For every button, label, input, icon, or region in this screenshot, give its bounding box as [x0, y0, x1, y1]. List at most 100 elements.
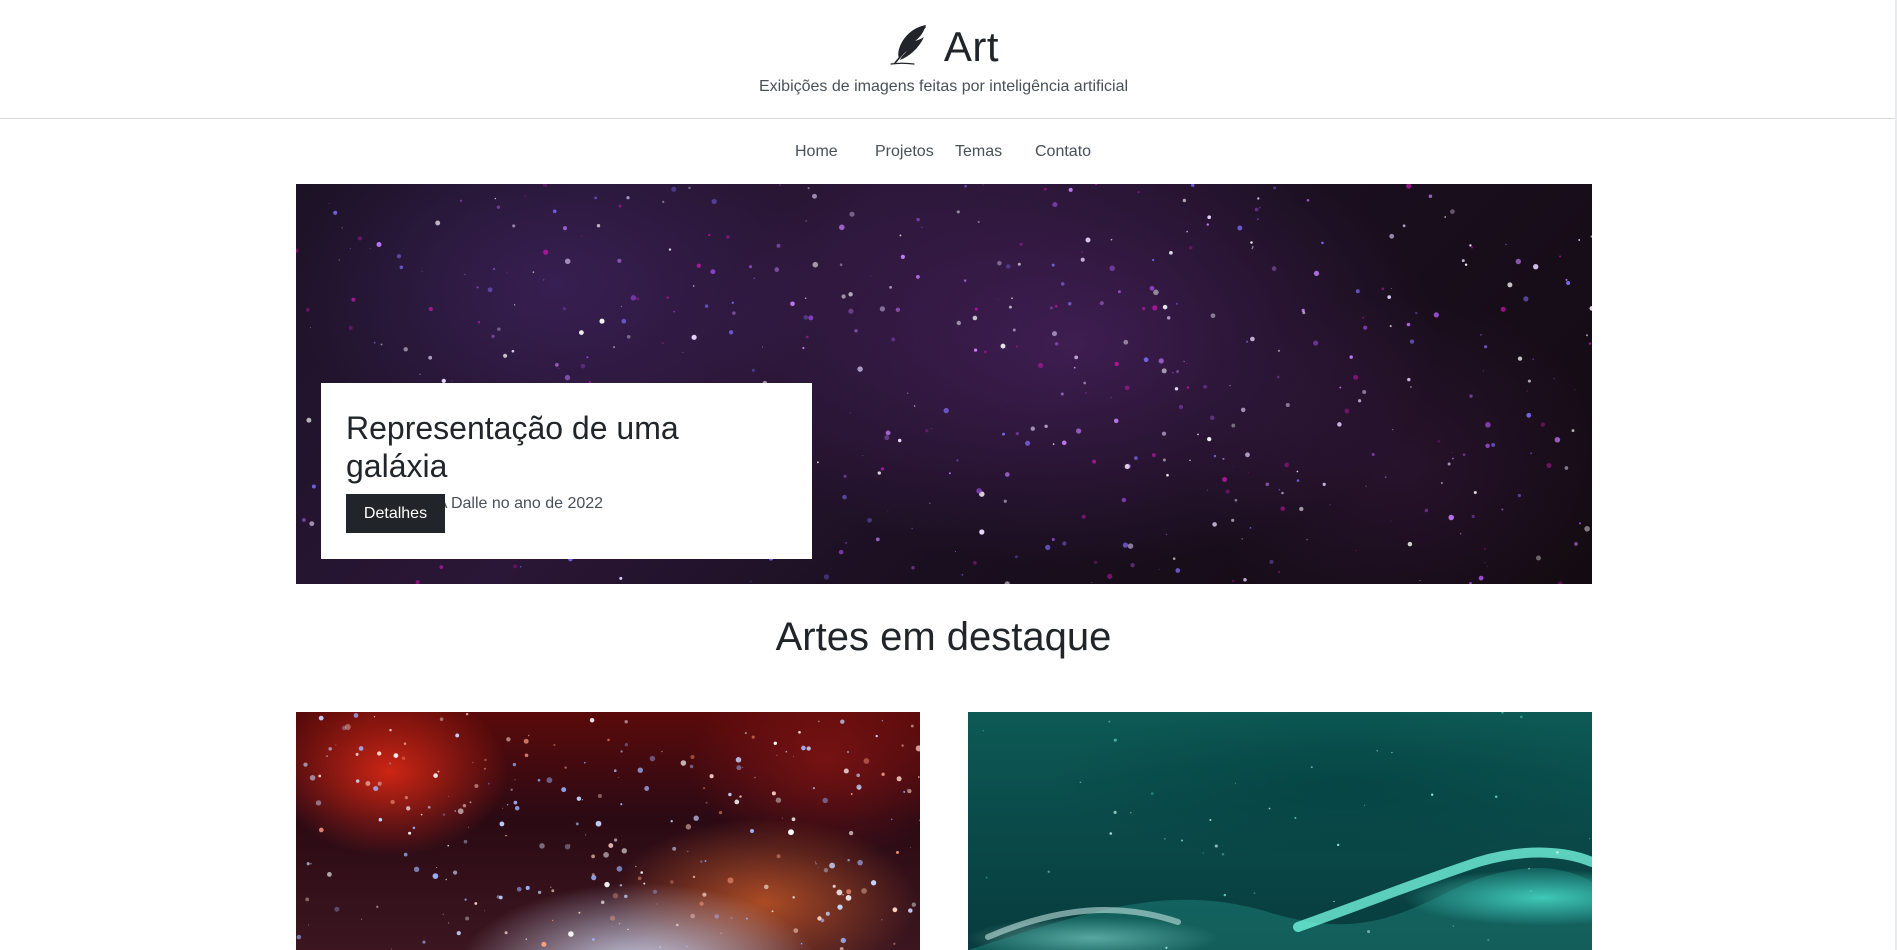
star-dot [1099, 301, 1104, 306]
star-dot [1353, 374, 1359, 380]
star-dot [373, 341, 376, 344]
star-dot [1530, 452, 1533, 455]
star-dot [687, 850, 689, 853]
star-dot [1109, 265, 1115, 272]
featured-art-card[interactable] [968, 712, 1592, 950]
star-dot [594, 196, 598, 200]
star-dot [476, 286, 479, 289]
star-dot [1540, 422, 1546, 427]
star-dot [879, 306, 886, 312]
star-dot [483, 910, 485, 912]
star-dot [907, 788, 912, 794]
star-dot [369, 247, 371, 249]
star-dot [618, 204, 622, 208]
star-dot [1114, 361, 1119, 367]
star-dot [1113, 418, 1119, 424]
star-dot [1276, 375, 1280, 379]
star-dot [1250, 241, 1253, 244]
star-dot [619, 576, 623, 580]
star-dot [929, 502, 931, 504]
star-dot [1390, 520, 1392, 522]
star-dot [459, 199, 463, 202]
star-dot [726, 235, 730, 239]
star-dot [925, 429, 929, 433]
nav-projetos[interactable]: Projetos [875, 143, 934, 161]
star-dot [437, 770, 440, 773]
star-dot [1161, 431, 1167, 436]
star-dot [850, 793, 853, 795]
star-dot [447, 922, 450, 924]
star-dot [562, 226, 568, 231]
star-dot [465, 712, 469, 716]
star-dot [1415, 311, 1418, 315]
star-dot [849, 412, 851, 414]
star-dot [848, 292, 853, 297]
star-dot [551, 889, 555, 893]
star-dot [1313, 270, 1320, 277]
star-dot [309, 527, 311, 529]
star-dot [1250, 336, 1255, 342]
star-dot [358, 746, 364, 751]
star-dot [1381, 287, 1385, 291]
star-dot [845, 542, 847, 544]
star-dot [822, 797, 828, 804]
star-dot [1321, 241, 1324, 245]
details-button[interactable]: Detalhes [346, 494, 445, 533]
star-dot [754, 776, 756, 779]
star-dot [636, 297, 640, 301]
star-dot [1361, 316, 1365, 319]
star-dot [1175, 302, 1178, 305]
star-dot [552, 209, 557, 214]
star-dot [496, 205, 501, 209]
star-dot [1044, 424, 1048, 429]
star-dot [497, 327, 501, 331]
star-dot [720, 932, 723, 935]
star-dot [550, 886, 552, 888]
star-dot [1110, 397, 1112, 399]
star-dot [1107, 573, 1113, 579]
star-dot [357, 236, 362, 241]
star-dot [542, 184, 548, 187]
star-dot [1207, 436, 1212, 442]
star-dot [1043, 187, 1047, 191]
star-dot [421, 271, 423, 273]
star-dot [564, 258, 571, 265]
star-dot [840, 937, 846, 944]
star-dot [1161, 368, 1167, 374]
star-dot [1589, 838, 1591, 840]
star-dot [900, 254, 906, 260]
star-dot [525, 885, 530, 890]
star-dot [1153, 289, 1159, 296]
star-dot [918, 819, 920, 821]
star-dot [1571, 429, 1575, 433]
nav-temas[interactable]: Temas [955, 143, 1002, 161]
star-dot [464, 898, 467, 901]
featured-art-card[interactable] [296, 712, 920, 950]
star-dot [1124, 464, 1130, 470]
star-dot [891, 337, 896, 342]
star-dot [1183, 360, 1185, 363]
brand[interactable]: Art [0, 22, 1887, 71]
star-dot [856, 773, 861, 778]
star-dot [564, 374, 571, 381]
nav-home[interactable]: Home [795, 143, 838, 161]
star-dot [910, 846, 911, 848]
star-dot [413, 866, 420, 872]
star-dot [832, 884, 836, 888]
star-dot [1355, 289, 1360, 294]
star-dot [775, 797, 782, 803]
star-dot [877, 471, 881, 475]
star-dot [956, 459, 959, 462]
star-dot [1113, 738, 1117, 742]
star-dot [1430, 793, 1434, 796]
star-dot [1471, 514, 1475, 519]
star-dot [1590, 235, 1592, 238]
star-dot [474, 902, 478, 905]
star-dot [498, 895, 503, 900]
nav-contato[interactable]: Contato [1035, 143, 1091, 161]
star-dot [1011, 297, 1013, 300]
star-dot [1202, 852, 1204, 854]
star-dot [1113, 810, 1117, 814]
star-dot [581, 799, 584, 801]
star-dot [812, 193, 817, 199]
